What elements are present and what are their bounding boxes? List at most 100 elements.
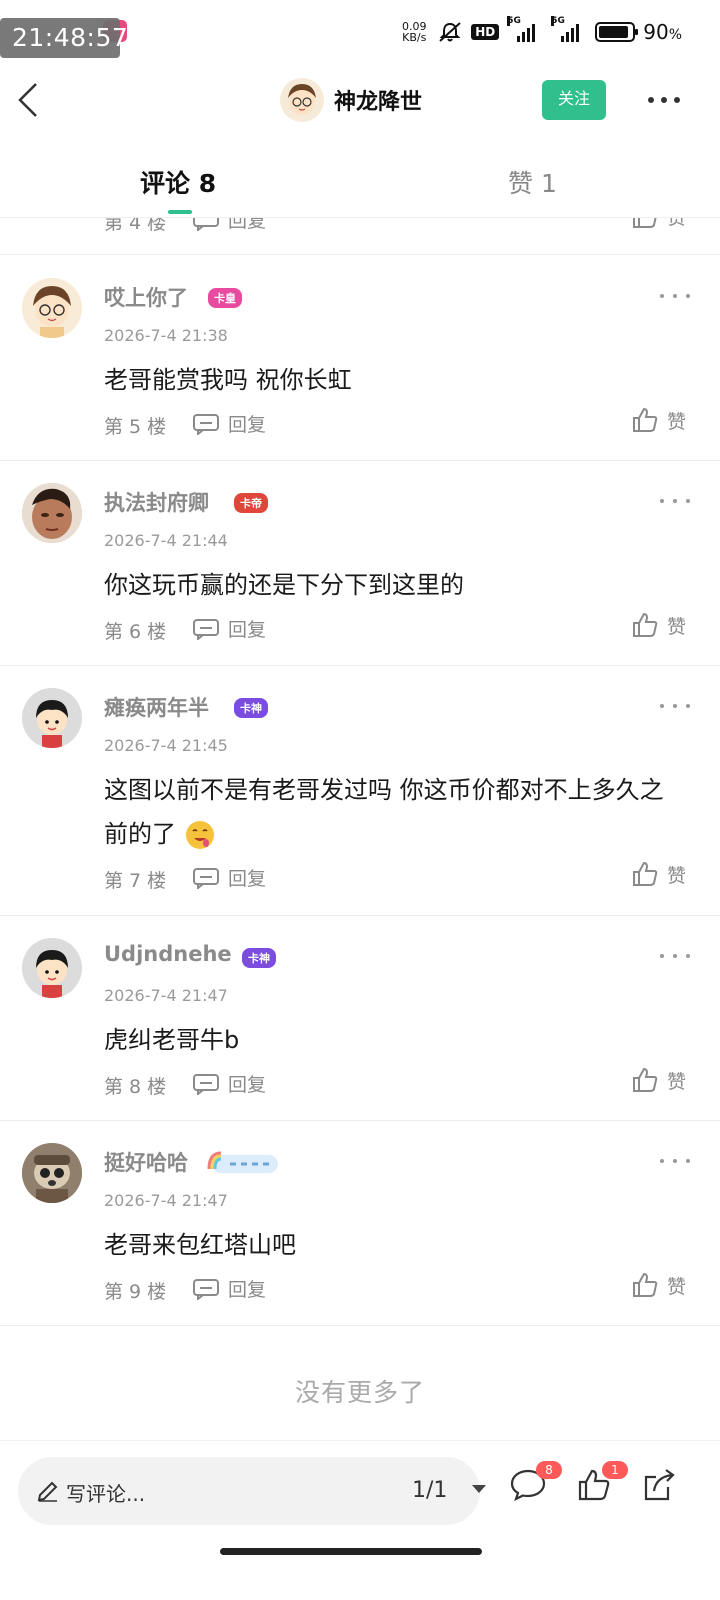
reply-button[interactable]: 回复 — [192, 1275, 266, 1302]
rank-badge-label: 卡皇 — [208, 288, 242, 308]
battery-percent-sign: % — [668, 27, 682, 43]
more-options-button[interactable] — [644, 86, 684, 114]
comment-more-button[interactable] — [660, 700, 690, 712]
like-button[interactable]: 赞 — [631, 406, 686, 434]
like-label: 赞 — [666, 1275, 686, 1298]
comment-time: 2026-7-4 21:44 — [104, 531, 228, 550]
back-button[interactable] — [12, 78, 52, 122]
like-count-badge: 1 — [602, 1461, 628, 1479]
dot-icon — [674, 97, 680, 103]
comment-time: 2026-7-4 21:47 — [104, 1191, 228, 1210]
like-label: 赞 — [666, 1070, 686, 1093]
like-label: 赞 — [666, 864, 686, 887]
comment-item: 执法封府卿 卡帝 2026-7-4 21:44 你这玩币赢的还是下分下到这里的 … — [0, 461, 720, 666]
comment-input[interactable]: 写评论... 1/1 — [18, 1457, 486, 1525]
commenter-name[interactable]: 执法封府卿 — [104, 487, 209, 517]
signal-icon-2: 5G — [551, 16, 587, 42]
home-indicator[interactable] — [220, 1548, 482, 1555]
bell-muted-icon — [439, 22, 461, 42]
commenter-avatar[interactable] — [22, 1143, 82, 1203]
commenter-avatar[interactable] — [22, 688, 82, 748]
bottom-action-bar: 写评论... 1/1 8 1 — [0, 1440, 720, 1560]
comment-more-button[interactable] — [660, 495, 690, 507]
comment-text: 这图以前不是有老哥发过吗 你这币价都对不上多久之前的了 — [104, 768, 684, 856]
thumbs-up-icon — [632, 861, 658, 886]
like-label: 赞 — [666, 410, 686, 433]
thumbs-up-icon — [632, 1067, 658, 1092]
dot-icon — [648, 97, 654, 103]
commenter-name[interactable]: 挺好哈哈 — [104, 1147, 188, 1177]
comment-list[interactable]: 第 4 楼 回复 赞 哎上你了 卡皇 — [0, 200, 720, 1440]
commenter-avatar[interactable] — [22, 483, 82, 543]
active-tab-indicator — [168, 210, 192, 214]
avatar-cartoon-default-icon — [22, 688, 82, 748]
comment-text: 老哥能赏我吗 祝你长虹 — [104, 366, 352, 394]
rank-badge-rainbow-icon — [207, 1151, 278, 1173]
tab-comments[interactable]: 评论 8 — [140, 164, 216, 200]
reply-label: 回复 — [228, 619, 267, 641]
author-name[interactable]: 神龙降世 — [334, 84, 422, 116]
reply-button[interactable]: 回复 — [192, 1070, 266, 1097]
comment-time: 2026-7-4 21:38 — [104, 326, 228, 345]
thumbs-up-icon — [632, 407, 658, 432]
hd-badge: HD — [471, 24, 500, 40]
commenter-name[interactable]: 瘫痪两年半 — [104, 692, 209, 722]
post-header: 神龙降世 关注 — [0, 60, 720, 140]
emoji-drooling-face-icon — [185, 821, 214, 849]
chevron-left-icon — [18, 83, 37, 117]
comment-more-button[interactable] — [660, 950, 690, 962]
thumbs-up-icon — [632, 612, 658, 637]
floor-number: 第 9 楼 — [104, 1281, 167, 1303]
comment-footer: 第 6 楼 回复 赞 — [104, 612, 694, 647]
comment-footer: 第 9 楼 回复 赞 — [104, 1272, 694, 1307]
like-button[interactable]: 赞 — [631, 1271, 686, 1299]
share-icon[interactable] — [640, 1465, 680, 1505]
commenter-name[interactable]: Udjndnehe — [104, 942, 232, 966]
comment-text: 你这玩币赢的还是下分下到这里的 — [104, 571, 464, 599]
comment-more-button[interactable] — [660, 1155, 690, 1167]
reply-label: 回复 — [228, 1279, 267, 1301]
reply-label: 回复 — [228, 1074, 267, 1096]
comment-bubble-icon — [193, 413, 219, 435]
tab-likes[interactable]: 赞 1 — [508, 164, 557, 200]
dot-icon — [661, 97, 667, 103]
like-button[interactable]: 赞 — [631, 1066, 686, 1094]
comment-more-button[interactable] — [660, 290, 690, 302]
reply-button[interactable]: 回复 — [192, 615, 266, 642]
commenter-avatar[interactable] — [22, 938, 82, 998]
reply-button[interactable]: 回复 — [192, 864, 266, 891]
rank-badge-label: 卡神 — [234, 698, 268, 718]
follow-button[interactable]: 关注 — [542, 80, 606, 120]
avatar-cartoon-boy-icon — [22, 278, 82, 338]
commenter-avatar[interactable] — [22, 278, 82, 338]
commenter-name[interactable]: 哎上你了 — [104, 282, 188, 312]
avatar-photo-face-icon — [22, 483, 82, 543]
avatar-cartoon-boy-icon — [280, 78, 324, 122]
floor-number: 第 5 楼 — [104, 416, 167, 438]
comment-bubble-icon — [193, 618, 219, 640]
like-button[interactable]: 赞 — [631, 611, 686, 639]
rank-badge: 卡帝 — [234, 489, 268, 517]
author-avatar[interactable] — [280, 78, 324, 122]
signal-1-label: 5G — [507, 16, 521, 26]
like-label: 赞 — [666, 615, 686, 638]
thumbs-up-icon — [632, 1272, 658, 1297]
pencil-icon — [37, 1481, 58, 1502]
comment-time: 2026-7-4 21:47 — [104, 986, 228, 1005]
comment-footer: 第 7 楼 回复 赞 — [104, 861, 694, 896]
page-selector[interactable]: 1/1 — [412, 1478, 447, 1503]
avatar-photo-dog-icon — [22, 1143, 82, 1203]
author-info[interactable]: 神龙降世 — [280, 76, 422, 124]
clock-overlay: 21:48:57 — [0, 18, 128, 58]
comment-input-placeholder: 写评论... — [66, 1482, 146, 1506]
avatar-cartoon-default-icon — [22, 938, 82, 998]
signal-2-label: 5G — [551, 16, 565, 26]
reply-label: 回复 — [228, 414, 267, 436]
floor-number: 第 8 楼 — [104, 1076, 167, 1098]
caret-down-icon[interactable] — [472, 1485, 486, 1493]
floor-number: 第 6 楼 — [104, 621, 167, 643]
comment-item: 瘫痪两年半 卡神 2026-7-4 21:45 这图以前不是有老哥发过吗 你这币… — [0, 666, 720, 916]
reply-button[interactable]: 回复 — [192, 410, 266, 437]
like-button[interactable]: 赞 — [631, 860, 686, 888]
rank-badge: 卡皇 — [208, 284, 242, 312]
